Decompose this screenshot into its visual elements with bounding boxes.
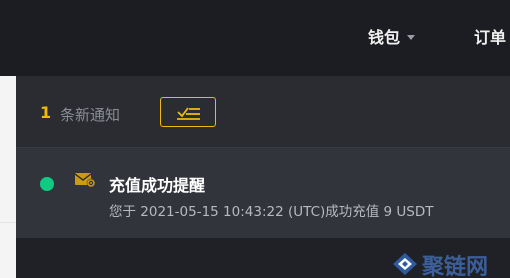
- mail-settings-icon: [74, 173, 96, 188]
- chevron-down-icon: [407, 35, 416, 40]
- background-divider: [0, 222, 16, 223]
- diamond-logo-icon: [393, 253, 417, 275]
- notification-header: 1 条新通知: [16, 76, 510, 148]
- mark-all-read-icon: [177, 107, 200, 120]
- notification-count: 1: [40, 103, 52, 122]
- notification-body: 您于 2021-05-15 10:43:22 (UTC)成功充值 9 USDT: [109, 204, 434, 220]
- nav-orders-menu[interactable]: 订单: [474, 24, 506, 48]
- top-navigation-bar: 钱包 订单: [0, 0, 510, 76]
- nav-wallet-menu[interactable]: 钱包: [368, 24, 416, 48]
- notification-dropdown-panel: 1 条新通知 充值成功提醒 您于 2021-05-15 10:43:22 (UT…: [16, 76, 510, 278]
- notification-count-label: 条新通知: [60, 106, 121, 124]
- background-page: [0, 76, 16, 278]
- notification-item[interactable]: 充值成功提醒 您于 2021-05-15 10:43:22 (UTC)成功充值 …: [16, 148, 510, 238]
- nav-orders-label: 订单: [474, 28, 507, 47]
- watermark-text: 聚链网: [422, 254, 489, 278]
- unread-status-dot: [40, 177, 54, 191]
- notification-title: 充值成功提醒: [109, 176, 206, 195]
- nav-wallet-label: 钱包: [368, 28, 401, 47]
- mark-all-read-button[interactable]: [160, 97, 216, 127]
